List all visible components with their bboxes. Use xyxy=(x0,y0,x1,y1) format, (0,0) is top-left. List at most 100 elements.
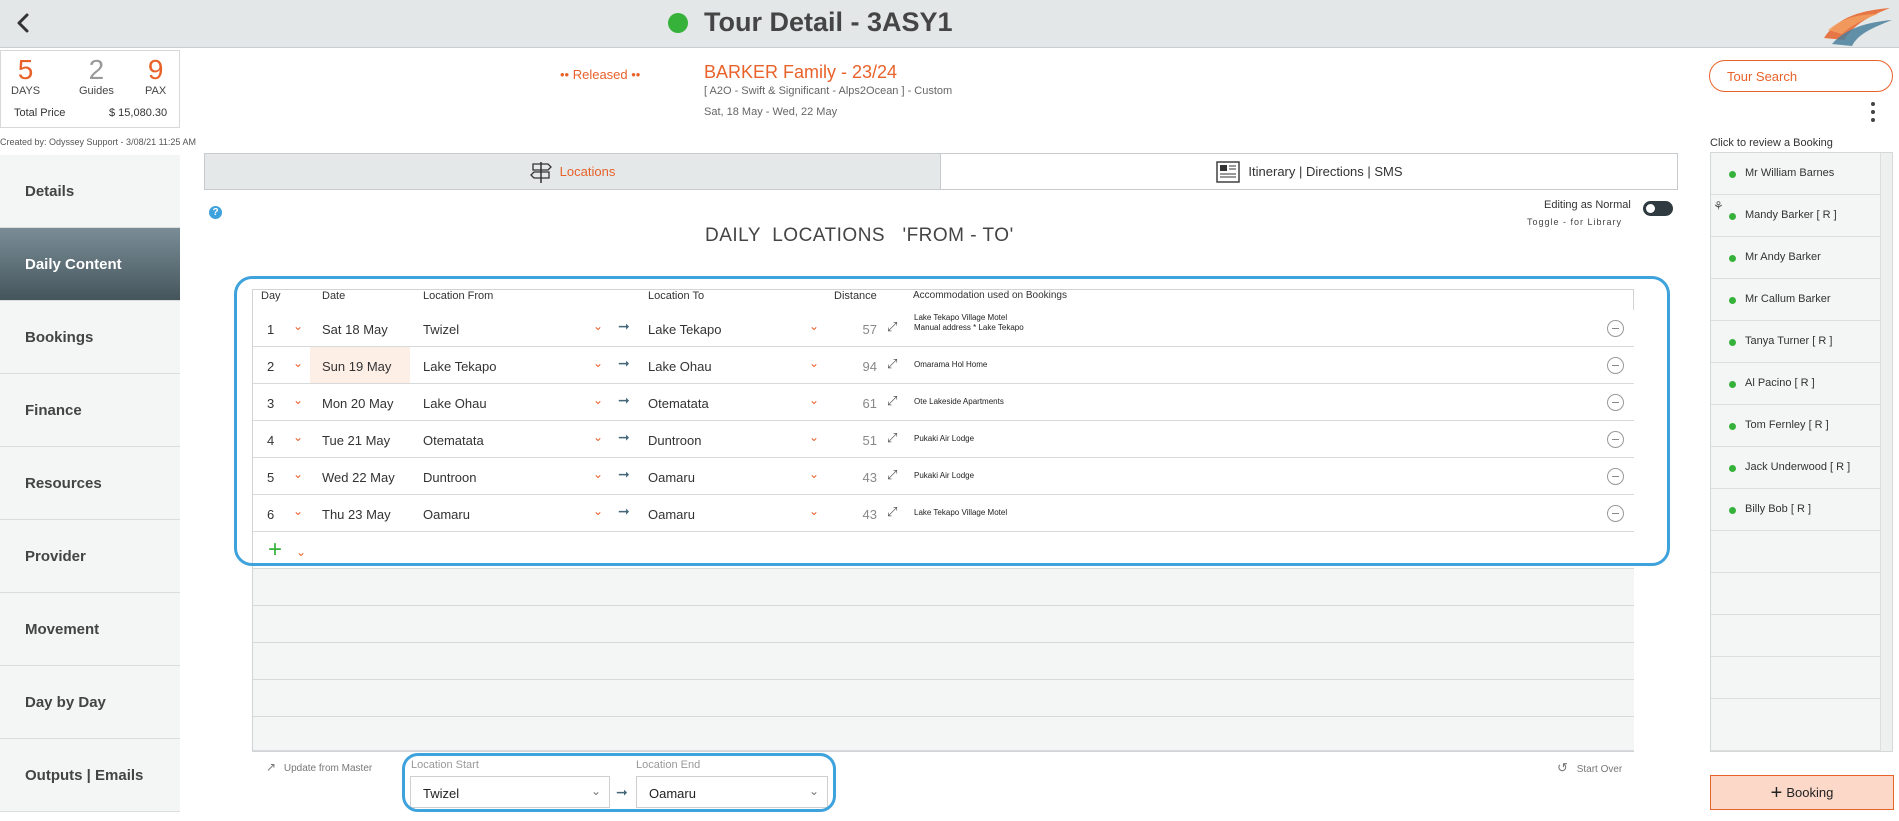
remove-row-icon[interactable] xyxy=(1607,431,1624,448)
remove-row-icon[interactable] xyxy=(1607,468,1624,485)
tour-status-badge: •• Released •• xyxy=(560,67,641,82)
nav-item-provider[interactable]: Provider xyxy=(0,520,180,593)
row-location-to[interactable]: Lake Tekapo xyxy=(648,322,722,337)
row-location-to[interactable]: Duntroon xyxy=(648,433,701,448)
content-tabs: Locations Itinerary | Directions | SMS xyxy=(204,153,1678,190)
chevron-down-icon[interactable]: ⌄ xyxy=(593,468,605,480)
booking-item[interactable]: Billy Bob [ R ] xyxy=(1711,489,1881,531)
row-location-from[interactable]: Otematata xyxy=(423,433,484,448)
location-end-select[interactable]: Oamaru ⌄ xyxy=(636,776,828,808)
chevron-down-icon[interactable]: ⌄ xyxy=(293,505,305,517)
table-row[interactable]: 3 ⌄ Mon 20 May Lake Ohau ⌄ ➞ Otematata ⌄… xyxy=(253,384,1634,421)
nav-item-outputs-emails[interactable]: Outputs | Emails xyxy=(0,739,180,812)
chevron-down-icon[interactable]: ⌄ xyxy=(293,468,305,480)
chevron-down-icon[interactable]: ⌄ xyxy=(593,357,605,369)
chevron-down-icon[interactable]: ⌄ xyxy=(809,468,821,480)
location-start-select[interactable]: Twizel ⌄ xyxy=(410,776,610,808)
location-end-value: Oamaru xyxy=(649,786,696,801)
booking-hint: Click to review a Booking xyxy=(1710,137,1833,149)
row-location-from[interactable]: Lake Ohau xyxy=(423,396,487,411)
more-options-icon[interactable] xyxy=(1869,102,1877,124)
nav-item-resources[interactable]: Resources xyxy=(0,447,180,520)
remove-row-icon[interactable] xyxy=(1607,394,1624,411)
nav-item-day-by-day[interactable]: Day by Day xyxy=(0,666,180,739)
row-location-from[interactable]: Twizel xyxy=(423,322,459,337)
start-over-button[interactable]: ↺ Start Over xyxy=(1557,760,1622,776)
nav-item-daily-content[interactable]: Daily Content xyxy=(0,228,180,301)
chevron-down-icon[interactable]: ⌄ xyxy=(809,320,821,332)
expand-icon[interactable]: ⤢ xyxy=(887,356,897,372)
status-dot-icon xyxy=(1729,381,1736,388)
row-location-to[interactable]: Oamaru xyxy=(648,507,695,522)
table-row[interactable]: 2 ⌄ Sun 19 May Lake Tekapo ⌄ ➞ Lake Ohau… xyxy=(253,347,1634,384)
table-row[interactable]: 6 ⌄ Thu 23 May Oamaru ⌄ ➞ Oamaru ⌄ 43 ⤢ … xyxy=(253,495,1634,532)
remove-row-icon[interactable] xyxy=(1607,320,1624,337)
row-location-to[interactable]: Lake Ohau xyxy=(648,359,712,374)
library-toggle[interactable] xyxy=(1643,201,1673,216)
tour-search-button[interactable]: Tour Search xyxy=(1709,60,1893,92)
empty-row xyxy=(253,717,1634,751)
remove-row-icon[interactable] xyxy=(1607,505,1624,522)
booking-item[interactable]: Mr Callum Barker xyxy=(1711,279,1881,321)
chevron-down-icon[interactable]: ⌄ xyxy=(593,394,605,406)
expand-icon[interactable]: ⤢ xyxy=(887,430,897,446)
expand-icon[interactable]: ⤢ xyxy=(887,319,897,335)
chevron-down-icon[interactable]: ⌄ xyxy=(809,431,821,443)
chevron-down-icon[interactable]: ⌄ xyxy=(593,431,605,443)
expand-icon[interactable]: ⤢ xyxy=(887,504,897,520)
booking-item[interactable]: Mr Andy Barker xyxy=(1711,237,1881,279)
row-location-to[interactable]: Otematata xyxy=(648,396,709,411)
table-row[interactable]: 4 ⌄ Tue 21 May Otematata ⌄ ➞ Duntroon ⌄ … xyxy=(253,421,1634,458)
add-booking-button[interactable]: + Booking xyxy=(1710,775,1894,810)
tab-locations[interactable]: Locations xyxy=(205,154,941,189)
chevron-down-icon[interactable]: ⌄ xyxy=(593,320,605,332)
arrow-right-icon: ➞ xyxy=(618,466,630,482)
chevron-down-icon[interactable]: ⌄ xyxy=(293,357,305,369)
chevron-down-icon[interactable]: ⌄ xyxy=(293,431,305,443)
booking-item[interactable]: Jack Underwood [ R ] xyxy=(1711,447,1881,489)
booking-item[interactable]: Mandy Barker [ R ] xyxy=(1711,195,1881,237)
row-accommodation: Pukaki Air Lodge xyxy=(914,471,975,480)
remove-row-icon[interactable] xyxy=(1607,357,1624,374)
booking-item[interactable]: Mr William Barnes xyxy=(1711,153,1881,195)
chevron-down-icon[interactable]: ⌄ xyxy=(293,394,305,406)
expand-icon[interactable]: ⤢ xyxy=(887,393,897,409)
help-icon[interactable]: ? xyxy=(209,206,222,219)
chevron-down-icon: ⌄ xyxy=(808,784,819,798)
row-accommodation: Omarama Hol Home xyxy=(914,360,988,369)
booking-list-scrollbar[interactable] xyxy=(1880,153,1892,751)
chevron-down-icon[interactable]: ⌄ xyxy=(809,505,821,517)
nav-item-details[interactable]: Details xyxy=(0,155,180,228)
booking-item[interactable]: Tanya Turner [ R ] xyxy=(1711,321,1881,363)
guides-stat: 2 Guides xyxy=(79,55,114,98)
tab-itinerary-label: Itinerary | Directions | SMS xyxy=(1248,164,1403,179)
booking-name: Billy Bob [ R ] xyxy=(1745,503,1812,515)
empty-booking-row xyxy=(1711,531,1881,573)
booking-item[interactable]: Tom Fernley [ R ] xyxy=(1711,405,1881,447)
tab-locations-label: Locations xyxy=(559,164,616,179)
nav-item-bookings[interactable]: Bookings xyxy=(0,301,180,374)
table-row[interactable]: 5 ⌄ Wed 22 May Duntroon ⌄ ➞ Oamaru ⌄ 43 … xyxy=(253,458,1634,495)
nav-item-finance[interactable]: Finance xyxy=(0,374,180,447)
expand-icon[interactable]: ⤢ xyxy=(887,467,897,483)
row-distance: 51 xyxy=(862,433,877,448)
status-dot-icon xyxy=(1729,297,1736,304)
chevron-down-icon[interactable]: ⌄ xyxy=(593,505,605,517)
row-location-from[interactable]: Oamaru xyxy=(423,507,470,522)
row-location-from[interactable]: Lake Tekapo xyxy=(423,359,497,374)
chevron-down-icon[interactable]: ⌄ xyxy=(296,545,306,559)
row-location-from[interactable]: Duntroon xyxy=(423,470,476,485)
booking-name: Al Pacino [ R ] xyxy=(1745,377,1815,389)
tab-itinerary[interactable]: Itinerary | Directions | SMS xyxy=(942,154,1677,189)
nav-item-movement[interactable]: Movement xyxy=(0,593,180,666)
row-location-to[interactable]: Oamaru xyxy=(648,470,695,485)
table-row[interactable]: 1 ⌄ Sat 18 May Twizel ⌄ ➞ Lake Tekapo ⌄ … xyxy=(253,310,1634,347)
chevron-down-icon[interactable]: ⌄ xyxy=(809,394,821,406)
back-arrow-icon[interactable] xyxy=(10,10,36,36)
row-date: Wed 22 May xyxy=(322,470,395,485)
update-from-master-button[interactable]: ↗ Update from Master xyxy=(266,760,372,774)
chevron-down-icon[interactable]: ⌄ xyxy=(293,320,305,332)
add-day-icon[interactable]: + xyxy=(268,538,282,562)
chevron-down-icon[interactable]: ⌄ xyxy=(809,357,821,369)
booking-item[interactable]: Al Pacino [ R ] xyxy=(1711,363,1881,405)
